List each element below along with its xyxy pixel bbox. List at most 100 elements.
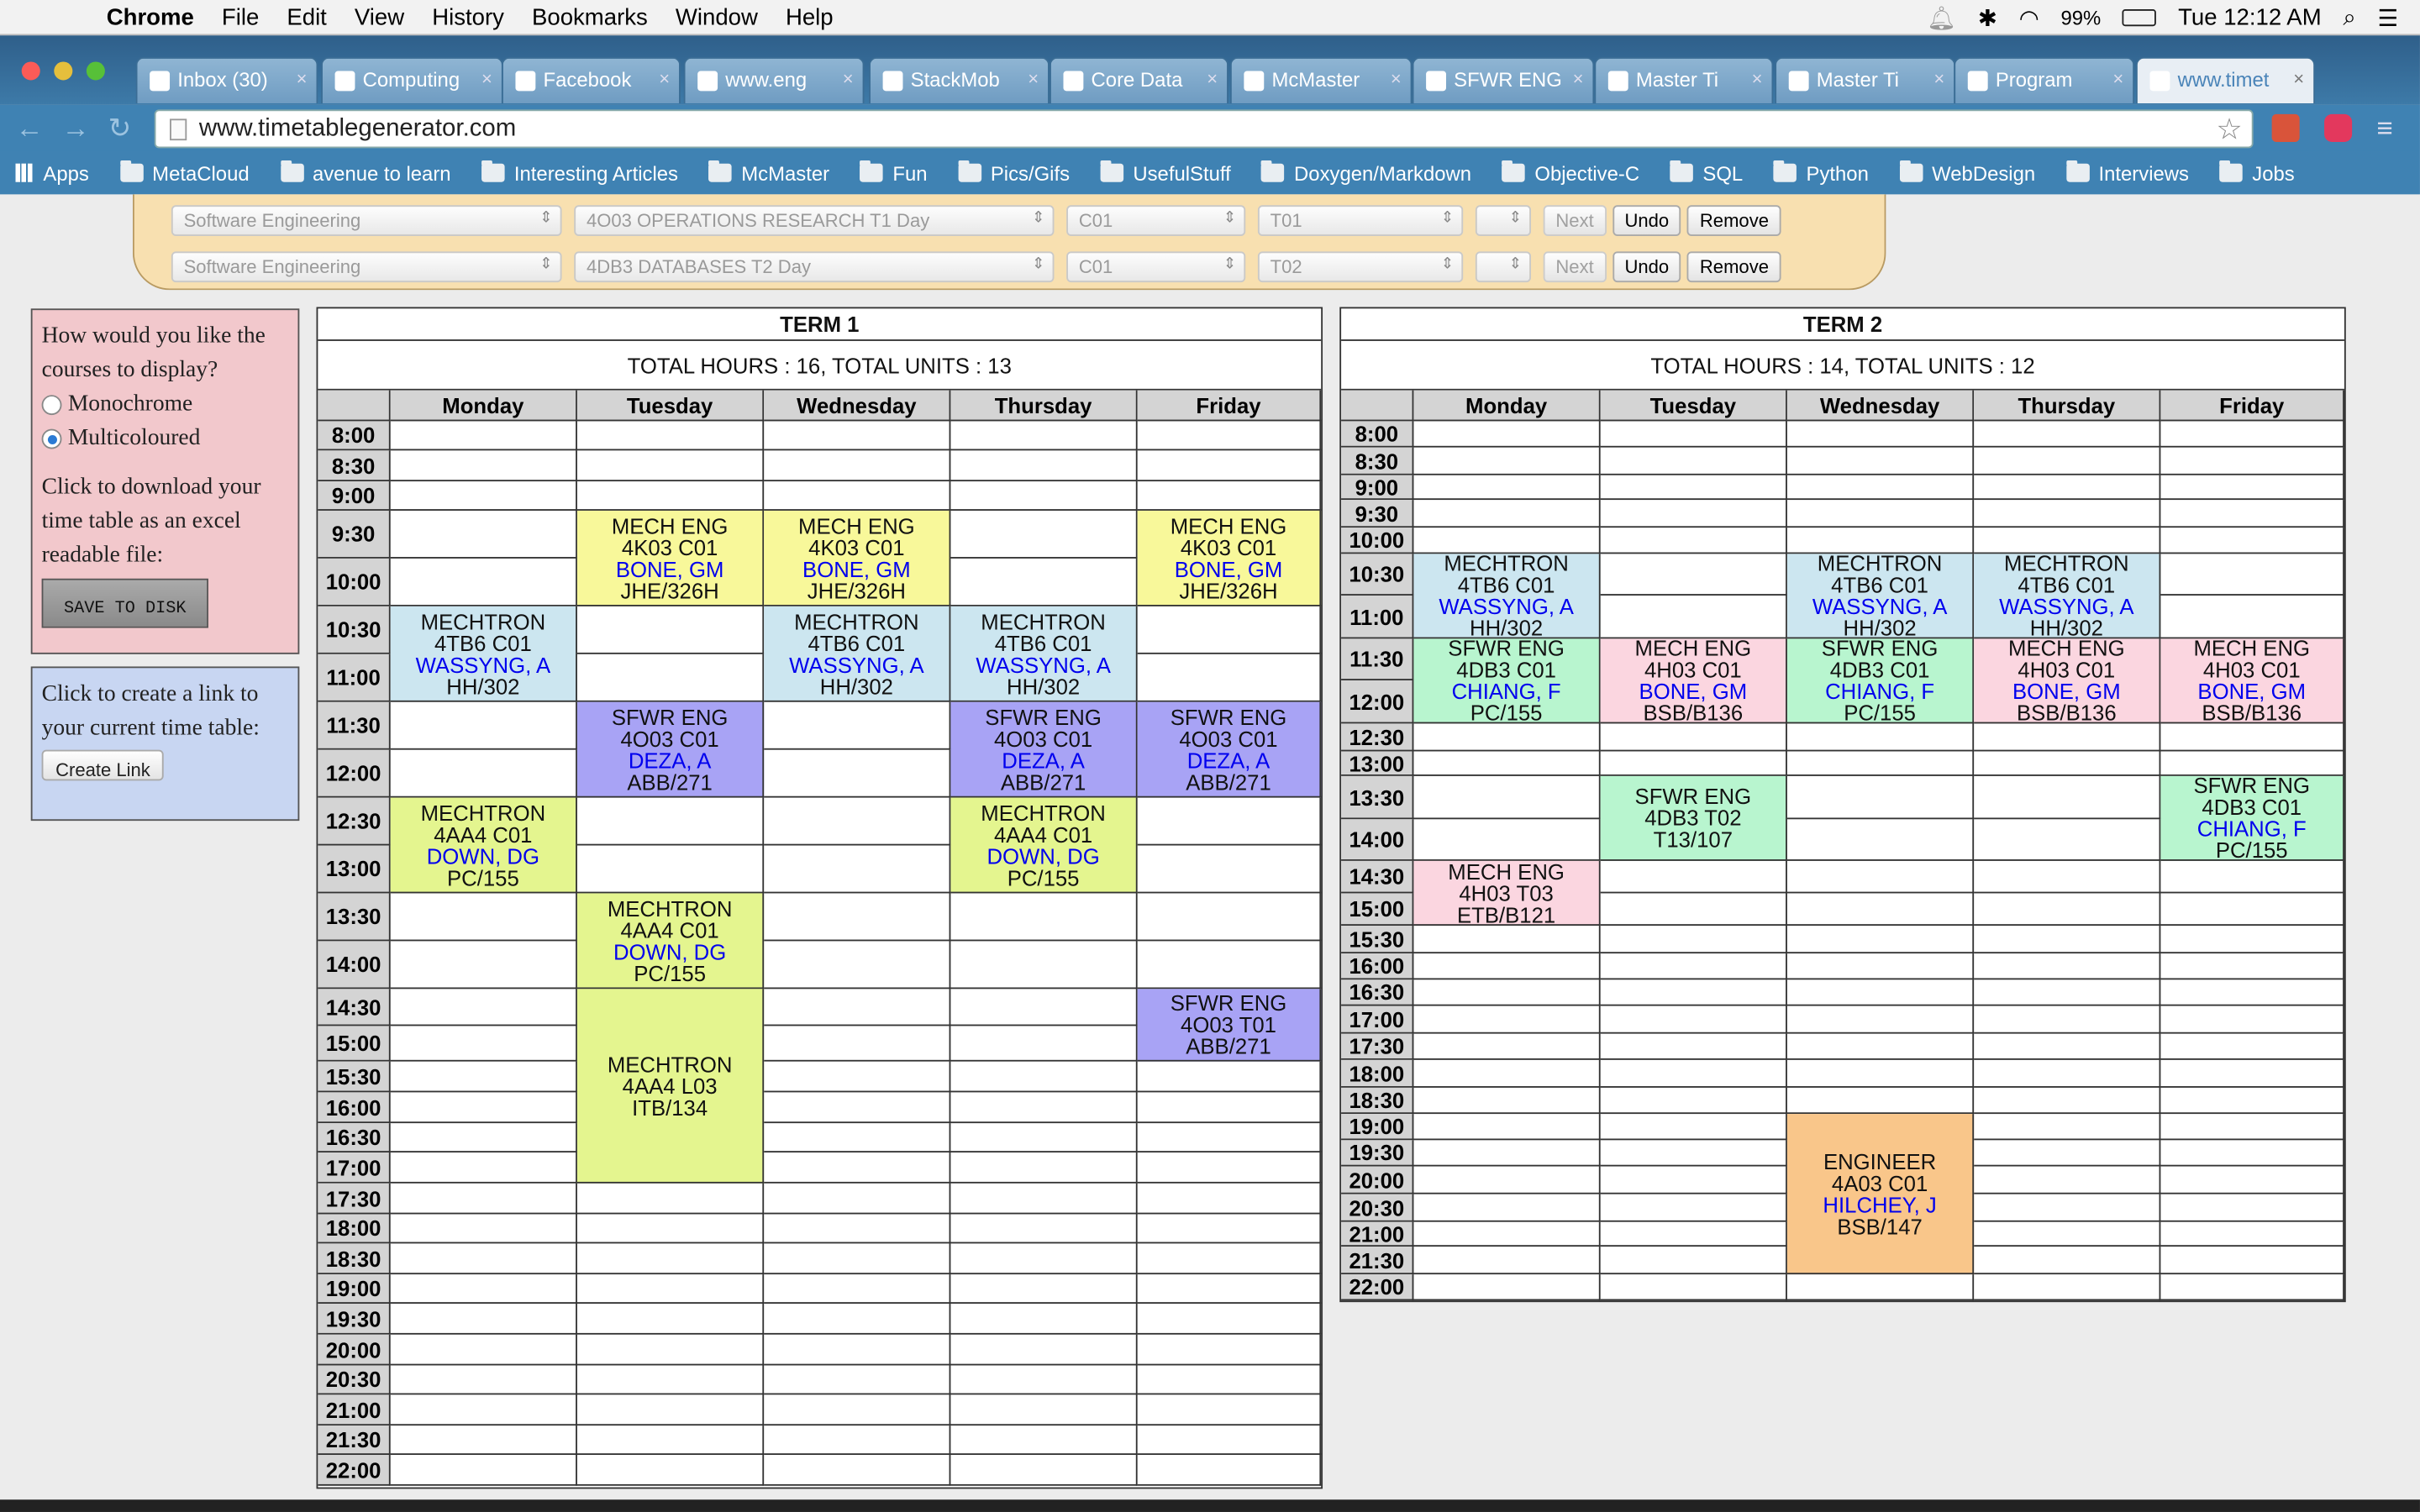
empty-slot[interactable] <box>1786 500 1975 528</box>
course-block[interactable]: MECH ENG 4H03 T03 ETB/B121 <box>1413 860 1601 927</box>
empty-slot[interactable] <box>1137 797 1322 846</box>
lab-select[interactable] <box>1475 205 1532 237</box>
empty-slot[interactable] <box>2160 953 2344 980</box>
empty-slot[interactable] <box>1413 1140 1601 1167</box>
bookmark-item[interactable]: Interviews <box>2065 160 2189 184</box>
empty-slot[interactable] <box>2160 447 2344 475</box>
empty-slot[interactable] <box>1974 926 2161 954</box>
empty-slot[interactable] <box>1413 723 1601 752</box>
course-instructor[interactable]: DOWN, DG <box>950 845 1135 867</box>
empty-slot[interactable] <box>1137 1214 1322 1244</box>
bookmark-item[interactable]: UsefulStuff <box>1100 160 1231 184</box>
course-block[interactable]: SFWR ENG 4O03 C01 DEZA, A ABB/271 <box>1137 701 1322 798</box>
empty-slot[interactable] <box>1600 751 1787 776</box>
empty-slot[interactable] <box>1137 1365 1322 1395</box>
radio-selected-icon[interactable] <box>41 428 62 449</box>
minimize-window-icon[interactable] <box>54 61 73 81</box>
empty-slot[interactable] <box>1786 979 1975 1006</box>
empty-slot[interactable] <box>1600 500 1787 528</box>
department-select[interactable]: Software Engineering <box>171 205 562 237</box>
reload-icon[interactable]: ↻ <box>108 113 132 145</box>
empty-slot[interactable] <box>950 481 1138 511</box>
empty-slot[interactable] <box>576 845 765 894</box>
radio-icon[interactable] <box>41 394 62 415</box>
empty-slot[interactable] <box>1974 1194 2161 1222</box>
empty-slot[interactable] <box>390 1243 577 1275</box>
empty-slot[interactable] <box>1600 595 1787 639</box>
browser-tab[interactable]: SFWR ENG × <box>1412 56 1595 104</box>
empty-slot[interactable] <box>576 1274 765 1305</box>
empty-slot[interactable] <box>390 893 577 942</box>
empty-slot[interactable] <box>950 1243 1138 1275</box>
empty-slot[interactable] <box>950 421 1138 451</box>
clock[interactable]: Tue 12:12 AM <box>2178 5 2322 31</box>
course-block[interactable]: SFWR ENG 4O03 C01 DEZA, A ABB/271 <box>950 701 1138 798</box>
empty-slot[interactable] <box>1786 1274 1975 1301</box>
menu-history[interactable]: History <box>418 4 518 30</box>
course-block[interactable]: MECHTRON 4TB6 C01 WASSYNG, A HH/302 <box>764 606 951 702</box>
close-window-icon[interactable] <box>21 61 40 81</box>
empty-slot[interactable] <box>1600 1166 1787 1194</box>
menu-file[interactable]: File <box>208 4 272 30</box>
empty-slot[interactable] <box>1974 475 2161 501</box>
empty-slot[interactable] <box>1137 1061 1322 1093</box>
close-tab-icon[interactable]: × <box>1207 68 1218 90</box>
empty-slot[interactable] <box>390 989 577 1026</box>
remove-button[interactable]: Remove <box>1687 205 1781 237</box>
empty-slot[interactable] <box>1600 926 1787 954</box>
empty-slot[interactable] <box>1413 1114 1601 1141</box>
empty-slot[interactable] <box>1974 1140 2161 1167</box>
bookmark-item[interactable]: Interesting Articles <box>481 160 678 184</box>
back-icon[interactable]: ← <box>15 113 43 145</box>
empty-slot[interactable] <box>1137 1455 1322 1486</box>
empty-slot[interactable] <box>1786 447 1975 475</box>
empty-slot[interactable] <box>1974 819 2161 861</box>
course-block[interactable]: MECHTRON 4AA4 C01 DOWN, DG PC/155 <box>950 797 1138 894</box>
course-block[interactable]: MECHTRON 4AA4 C01 DOWN, DG PC/155 <box>576 893 765 990</box>
empty-slot[interactable] <box>950 941 1138 990</box>
empty-slot[interactable] <box>2160 1221 2344 1247</box>
course-block[interactable]: MECHTRON 4AA4 C01 DOWN, DG PC/155 <box>390 797 577 894</box>
course-instructor[interactable]: CHIANG, F <box>1787 680 1972 702</box>
empty-slot[interactable] <box>390 481 577 511</box>
pocket-icon[interactable] <box>2324 113 2353 142</box>
course-instructor[interactable]: WASSYNG, A <box>1787 596 1972 617</box>
empty-slot[interactable] <box>1413 775 1601 820</box>
course-block[interactable]: SFWR ENG 4DB3 C01 CHIANG, F PC/155 <box>2160 774 2344 861</box>
empty-slot[interactable] <box>1137 1152 1322 1184</box>
close-tab-icon[interactable]: × <box>843 68 854 90</box>
empty-slot[interactable] <box>764 989 951 1026</box>
empty-slot[interactable] <box>1600 1033 1787 1060</box>
empty-slot[interactable] <box>1786 1087 1975 1115</box>
empty-slot[interactable] <box>390 421 577 451</box>
undo-button[interactable]: Undo <box>1612 205 1681 237</box>
close-tab-icon[interactable]: × <box>1933 68 1944 90</box>
next-button[interactable]: Next <box>1543 205 1607 237</box>
empty-slot[interactable] <box>1974 1114 2161 1141</box>
course-block[interactable]: MECH ENG 4K03 C01 BONE, GM JHE/326H <box>1137 510 1322 606</box>
course-instructor[interactable]: DEZA, A <box>950 749 1135 771</box>
browser-tab[interactable]: www.eng × <box>683 56 865 104</box>
empty-slot[interactable] <box>1413 475 1601 501</box>
course-instructor[interactable]: DOWN, DG <box>577 940 762 962</box>
course-instructor[interactable]: WASSYNG, A <box>950 654 1135 675</box>
course-instructor[interactable]: DEZA, A <box>1138 749 1320 771</box>
bookmark-item[interactable]: SQL <box>1670 160 1743 184</box>
empty-slot[interactable] <box>2160 528 2344 554</box>
empty-slot[interactable] <box>764 1214 951 1244</box>
empty-slot[interactable] <box>576 797 765 846</box>
course-block[interactable]: MECHTRON 4TB6 C01 WASSYNG, A HH/302 <box>390 606 577 702</box>
course-select[interactable]: 4DB3 DATABASES T2 Day <box>574 251 1055 283</box>
empty-slot[interactable] <box>764 1455 951 1486</box>
empty-slot[interactable] <box>950 1394 1138 1426</box>
empty-slot[interactable] <box>764 1425 951 1456</box>
empty-slot[interactable] <box>1974 421 2161 448</box>
empty-slot[interactable] <box>390 450 577 482</box>
empty-slot[interactable] <box>390 1092 577 1124</box>
empty-slot[interactable] <box>1413 953 1601 980</box>
browser-tab[interactable]: Computing × <box>321 56 503 104</box>
empty-slot[interactable] <box>1413 447 1601 475</box>
empty-slot[interactable] <box>2160 1087 2344 1115</box>
menu-icon[interactable]: ≡ <box>2377 113 2393 145</box>
close-tab-icon[interactable]: × <box>1573 68 1584 90</box>
